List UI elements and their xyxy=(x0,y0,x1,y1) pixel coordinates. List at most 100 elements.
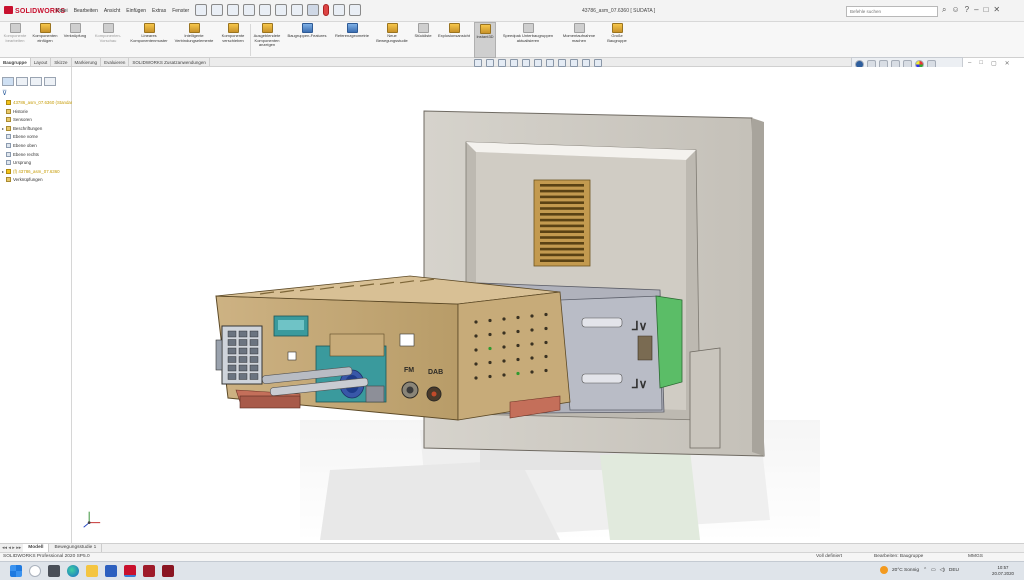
user-icon[interactable]: ☺ xyxy=(951,5,959,15)
restore-icon[interactable]: □ xyxy=(984,5,989,15)
apply-scene-icon[interactable] xyxy=(582,59,590,67)
tab-addins[interactable]: SOLIDWORKS Zusatzanwendungen xyxy=(129,58,210,66)
insert-components-button[interactable]: Komponenten einfügen xyxy=(30,22,60,58)
move-component-button[interactable]: Komponente verschieben xyxy=(218,22,248,58)
exploded-view-button[interactable]: Explosionsansicht xyxy=(436,22,472,58)
mate-button[interactable]: Verknüpfung xyxy=(62,22,88,58)
store-icon[interactable] xyxy=(105,565,117,577)
close-icon[interactable]: ✕ xyxy=(993,5,1000,15)
doc-restore-icon[interactable]: □ xyxy=(979,60,983,67)
traffic-light-icon[interactable] xyxy=(323,4,329,16)
menu-item-tools[interactable]: Extras xyxy=(152,8,166,14)
print-icon[interactable] xyxy=(259,4,271,16)
edge-browser-icon[interactable] xyxy=(67,565,79,577)
display-manager-icon[interactable] xyxy=(44,77,56,86)
reference-geometry-button[interactable]: Referenzgeometrie xyxy=(332,22,372,58)
volume-icon[interactable]: ◁) xyxy=(940,568,945,573)
instant3d-button[interactable]: Instant3D xyxy=(474,22,496,58)
tree-node[interactable]: Ebene oben xyxy=(2,142,72,151)
linear-pattern-button[interactable]: Lineares Komponentenmuster xyxy=(128,22,170,58)
search-icon[interactable]: ⌕ xyxy=(942,5,946,15)
weather-text[interactable]: 20°C Sonnig xyxy=(892,568,919,573)
tree-node[interactable]: Ebene rechts xyxy=(2,151,72,160)
status-units[interactable]: MMGS xyxy=(968,553,983,561)
tree-node[interactable]: 43786_asm_07.6360 (Standard) xyxy=(2,99,72,108)
edit-appearance-icon[interactable] xyxy=(570,59,578,67)
hide-show-items-icon[interactable] xyxy=(558,59,566,67)
solidworks-launcher-icon[interactable] xyxy=(162,565,174,577)
tree-node[interactable]: ▸ Beschriftungen xyxy=(2,125,72,134)
windows-start-icon[interactable] xyxy=(10,565,22,577)
speedpak-update-button[interactable]: Speedpak Unterbaugruppen aktualisieren xyxy=(500,22,556,58)
bill-of-materials-button[interactable]: Stückliste xyxy=(412,22,434,58)
menu-item-file[interactable]: Datei xyxy=(56,8,68,14)
file-properties-icon[interactable] xyxy=(333,4,345,16)
display-style-icon[interactable] xyxy=(546,59,554,67)
previous-view-icon[interactable] xyxy=(498,59,506,67)
graphics-area[interactable]: ⅃∨ ⅃∨ FM DAB xyxy=(72,67,1024,543)
dynamic-annotation-icon[interactable] xyxy=(522,59,530,67)
tab-sketch[interactable]: Skizze xyxy=(51,58,72,66)
tree-node[interactable]: Historie xyxy=(2,108,72,117)
save-icon[interactable] xyxy=(243,4,255,16)
system-clock[interactable]: 10:57 20.07.2020 xyxy=(992,565,1014,576)
weather-sun-icon[interactable] xyxy=(880,566,888,574)
configuration-manager-icon[interactable] xyxy=(30,77,42,86)
tab-evaluate[interactable]: Evaluieren xyxy=(101,58,130,66)
edit-component-button[interactable]: Komponente bearbeiten xyxy=(2,22,28,58)
tree-node[interactable]: Ebene vorne xyxy=(2,133,72,142)
section-view-icon[interactable] xyxy=(510,59,518,67)
taskbar-search-icon[interactable] xyxy=(29,565,41,577)
tree-node[interactable]: ▸ (f) 43786_asm_07.6360 xyxy=(2,168,72,177)
show-hidden-components-button[interactable]: Ausgeblendete Komponenten anzeigen xyxy=(252,22,282,58)
new-motion-study-button[interactable]: Neue Bewegungsstudie xyxy=(374,22,410,58)
view-orientation-icon[interactable] xyxy=(534,59,542,67)
doc-maximize-icon[interactable]: ▢ xyxy=(991,60,997,67)
tab-model[interactable]: Modell xyxy=(23,544,50,552)
redo-icon[interactable] xyxy=(291,4,303,16)
menu-item-view[interactable]: Ansicht xyxy=(104,8,120,14)
tab-assembly[interactable]: Baugruppe xyxy=(0,58,31,66)
iso-connector[interactable] xyxy=(215,325,263,385)
property-manager-icon[interactable] xyxy=(16,77,28,86)
file-explorer-icon[interactable] xyxy=(86,565,98,577)
menu-item-window[interactable]: Fenster xyxy=(172,8,189,14)
large-assembly-button[interactable]: Große Baugruppe xyxy=(602,22,632,58)
smart-fasteners-button[interactable]: Intelligente Verbindungselemente xyxy=(172,22,216,58)
menu-item-insert[interactable]: Einfügen xyxy=(126,8,146,14)
minimize-icon[interactable]: – xyxy=(974,5,978,15)
tree-node[interactable]: Verknüpfungen xyxy=(2,176,72,185)
zoom-to-fit-icon[interactable] xyxy=(474,59,482,67)
solidworks-pdm-icon[interactable] xyxy=(143,565,155,577)
side-pcb[interactable] xyxy=(655,295,683,389)
model-viewport[interactable]: ⅃∨ ⅃∨ FM DAB xyxy=(72,67,1024,543)
tray-chevron-icon[interactable]: ⌃ xyxy=(923,568,927,573)
feature-tree-icon[interactable] xyxy=(2,77,14,86)
component-preview-button[interactable]: Komponenten-Vorschau xyxy=(90,22,126,58)
tab-layout[interactable]: Layout xyxy=(31,58,52,66)
new-document-icon[interactable] xyxy=(211,4,223,16)
view-settings-icon[interactable] xyxy=(594,59,602,67)
zoom-to-area-icon[interactable] xyxy=(486,59,494,67)
task-view-icon[interactable] xyxy=(48,565,60,577)
solidworks-app-icon[interactable] xyxy=(124,565,136,577)
tree-node[interactable]: Sensoren xyxy=(2,116,72,125)
filter-icon[interactable]: ⊽ xyxy=(2,89,7,97)
tab-motion-study[interactable]: Bewegungsstudie 1 xyxy=(49,544,103,552)
pcb-connector[interactable] xyxy=(273,315,309,337)
doc-close-icon[interactable]: ✕ xyxy=(1005,60,1010,67)
select-arrow-icon[interactable] xyxy=(307,4,319,16)
home-icon[interactable] xyxy=(195,4,207,16)
take-snapshot-button[interactable]: Momentaufnahme machen xyxy=(558,22,600,58)
menu-item-edit[interactable]: Bearbeiten xyxy=(74,8,98,14)
tree-node[interactable]: Ursprung xyxy=(2,159,72,168)
undo-icon[interactable] xyxy=(275,4,287,16)
tab-scroll-left-icon[interactable]: ◂◂ ◂ ▸ ▸▸ xyxy=(0,544,23,552)
language-indicator[interactable]: DEU xyxy=(949,568,959,573)
open-icon[interactable] xyxy=(227,4,239,16)
search-commands-input[interactable]: Befehle suchen xyxy=(846,6,938,17)
tab-markup[interactable]: Markierung xyxy=(72,58,102,66)
assembly-features-button[interactable]: Baugruppen-Features xyxy=(284,22,330,58)
options-gear-icon[interactable] xyxy=(349,4,361,16)
doc-minimize-icon[interactable]: – xyxy=(968,60,971,67)
